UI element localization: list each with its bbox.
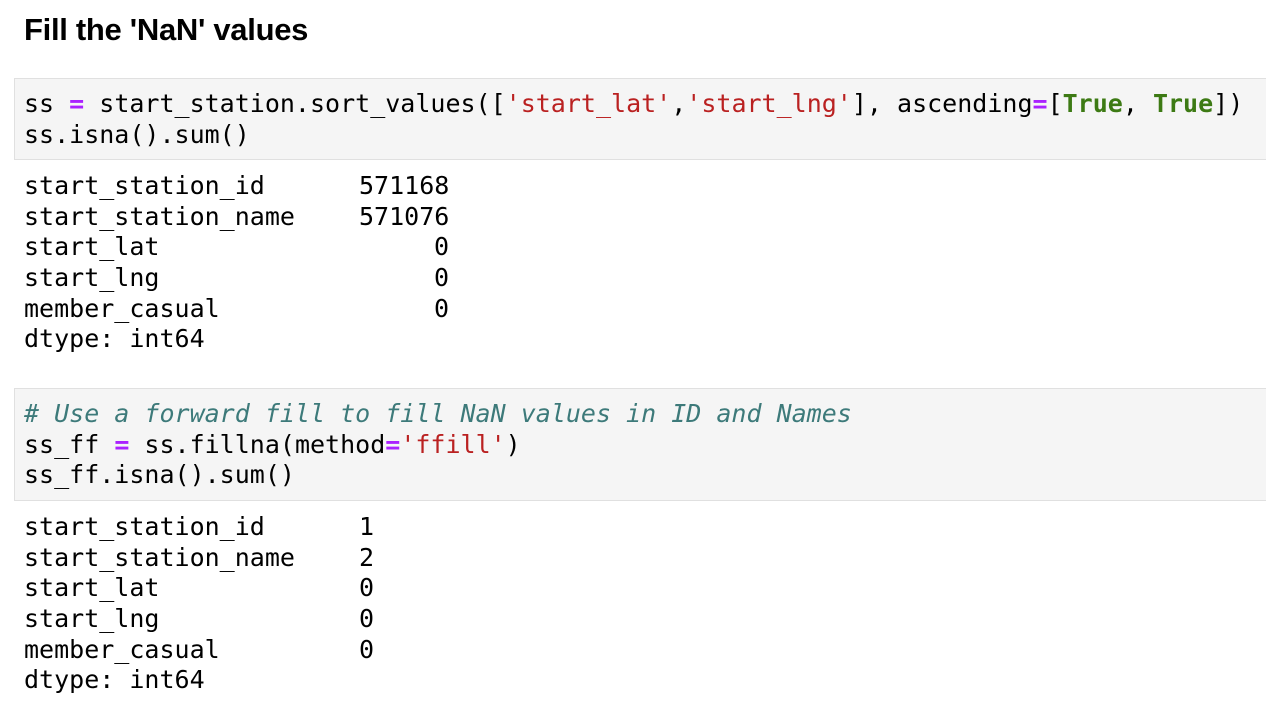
output-row-value: 0 — [433, 293, 449, 323]
output-dtype: dtype: int64 — [24, 665, 205, 695]
output-row-value: 0 — [433, 263, 449, 293]
code-token: [ — [1047, 89, 1063, 118]
code-token: ss_ff — [24, 429, 115, 459]
output-row: start_station_id 571168 — [24, 171, 449, 202]
output-row-value: 1 — [359, 512, 375, 541]
output-row-value: 0 — [359, 604, 375, 634]
output-row: start_lng 0 — [24, 263, 449, 294]
output-row-value: 2 — [359, 542, 375, 572]
code-token: = — [1032, 89, 1048, 118]
code-token: = — [385, 429, 401, 459]
code-token: ) — [505, 429, 521, 459]
code-token: ss.isna().sum() — [24, 119, 250, 149]
code-token: ss.fillna(method — [129, 429, 386, 459]
output-row: member_casual 0 — [24, 635, 374, 666]
output-row: start_station_name 2 — [24, 543, 374, 574]
output-row-value: 0 — [359, 634, 375, 664]
code-token: start_station.sort_values([ — [84, 89, 506, 118]
output-row: start_lat 0 — [24, 573, 374, 604]
output-row-key: start_station_name — [24, 542, 295, 572]
output-row-key: start_station_name — [24, 201, 295, 231]
code-line: ss = start_station.sort_values(['start_l… — [24, 89, 1243, 120]
output-dtype: dtype: int64 — [24, 324, 205, 354]
code-token: 'start_lng' — [686, 89, 852, 118]
output-row: start_station_name 571076 — [24, 202, 449, 233]
output-row: start_lng 0 — [24, 604, 374, 635]
output-row: member_casual 0 — [24, 294, 449, 325]
output-row-key: start_station_id — [24, 512, 265, 541]
code-token: # Use a forward fill to fill NaN values … — [24, 399, 852, 428]
cell-output-ffill-isna-sum: start_station_id 1 start_station_name 2 star… — [24, 512, 374, 696]
output-row-value: 571168 — [359, 171, 450, 200]
cell-output-isna-sum: start_station_id 571168 start_station_name… — [24, 171, 449, 355]
code-line: ss.isna().sum() — [24, 120, 1243, 151]
output-row-value: 0 — [359, 573, 375, 603]
code-line: ss_ff = ss.fillna(method='ffill') — [24, 430, 852, 461]
code-token: , — [671, 89, 687, 118]
output-row-key: start_station_id — [24, 171, 265, 200]
code-token: = — [114, 429, 130, 459]
output-row-value: 571076 — [359, 201, 450, 231]
code-cell-sort-values[interactable]: ss = start_station.sort_values(['start_l… — [14, 78, 1266, 160]
code-token: True — [1062, 89, 1123, 118]
code-cell-forward-fill[interactable]: # Use a forward fill to fill NaN values … — [14, 388, 1266, 501]
code-token: , — [1122, 89, 1153, 118]
output-row-value: 0 — [433, 232, 449, 262]
code-token: ], ascending — [851, 89, 1033, 118]
code-token: ss_ff.isna().sum() — [24, 460, 295, 490]
code-editor[interactable]: # Use a forward fill to fill NaN values … — [24, 399, 852, 491]
code-token: 'ffill' — [400, 429, 506, 459]
code-token: = — [69, 89, 85, 118]
output-row: start_lat 0 — [24, 232, 449, 263]
output-row-key: start_lat — [24, 232, 160, 262]
code-line: ss_ff.isna().sum() — [24, 460, 852, 491]
output-row-key: start_lng — [24, 263, 160, 293]
code-token: True — [1152, 89, 1214, 118]
code-token: 'start_lat' — [505, 89, 672, 118]
code-token: ]) — [1213, 89, 1244, 118]
code-token: ss — [24, 89, 70, 118]
output-row-key: member_casual — [24, 293, 220, 323]
output-row: start_station_id 1 — [24, 512, 374, 543]
code-line: # Use a forward fill to fill NaN values … — [24, 399, 852, 430]
section-heading: Fill the 'NaN' values — [24, 12, 309, 47]
code-editor[interactable]: ss = start_station.sort_values(['start_l… — [24, 89, 1243, 150]
output-row-key: start_lat — [24, 573, 160, 603]
output-row-key: start_lng — [24, 604, 160, 634]
output-row-key: member_casual — [24, 634, 220, 664]
